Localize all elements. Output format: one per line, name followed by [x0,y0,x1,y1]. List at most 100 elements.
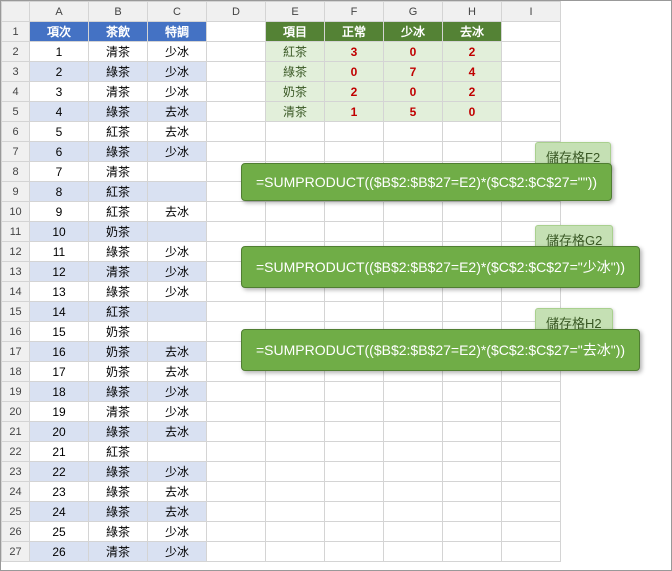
cell[interactable]: 4 [443,62,502,82]
cell[interactable]: 少冰 [148,382,207,402]
row-header[interactable]: 8 [2,162,30,182]
cell[interactable] [502,42,561,62]
row-header[interactable]: 7 [2,142,30,162]
col-b-header[interactable]: B [89,2,148,22]
cell[interactable]: 綠茶 [89,62,148,82]
cell[interactable]: 20 [30,422,89,442]
cell[interactable]: 少冰 [148,262,207,282]
cell[interactable]: 少冰 [148,542,207,562]
cell[interactable]: 奶茶 [89,342,148,362]
cell[interactable] [443,222,502,242]
cell[interactable] [502,62,561,82]
cell[interactable] [325,502,384,522]
col-d-header[interactable]: D [207,2,266,22]
cell[interactable]: 11 [30,242,89,262]
cell[interactable]: 15 [30,322,89,342]
cell[interactable]: 紅茶 [89,442,148,462]
cell[interactable] [443,522,502,542]
cell[interactable]: 2 [325,82,384,102]
row-header[interactable]: 22 [2,442,30,462]
row-header[interactable]: 25 [2,502,30,522]
row-header[interactable]: 24 [2,482,30,502]
cell[interactable]: 綠茶 [89,382,148,402]
cell[interactable] [325,462,384,482]
row-header[interactable]: 2 [2,42,30,62]
cell[interactable] [384,442,443,462]
cell[interactable] [502,442,561,462]
row-header[interactable]: 4 [2,82,30,102]
cell[interactable]: 綠茶 [89,142,148,162]
cell[interactable]: 3 [30,82,89,102]
cell[interactable] [325,222,384,242]
cell[interactable] [443,442,502,462]
cell[interactable] [325,442,384,462]
cell[interactable]: 綠茶 [89,422,148,442]
row-header[interactable]: 23 [2,462,30,482]
row-header[interactable]: 14 [2,282,30,302]
cell[interactable] [266,122,325,142]
cell[interactable] [207,302,266,322]
cell[interactable]: 清茶 [89,162,148,182]
cell[interactable] [207,382,266,402]
cell[interactable] [443,142,502,162]
cell[interactable]: 少冰 [148,42,207,62]
cell[interactable]: 少冰 [148,522,207,542]
cell[interactable]: 18 [30,382,89,402]
row-header[interactable]: 10 [2,202,30,222]
cell[interactable]: 少冰 [148,242,207,262]
cell[interactable] [148,162,207,182]
cell[interactable]: 少冰 [148,462,207,482]
cell[interactable] [325,542,384,562]
cell[interactable]: 13 [30,282,89,302]
cell[interactable] [207,502,266,522]
cell[interactable] [384,542,443,562]
row-header[interactable]: 5 [2,102,30,122]
cell[interactable] [207,62,266,82]
cell[interactable] [207,142,266,162]
cell[interactable] [148,302,207,322]
cell[interactable] [384,142,443,162]
cell[interactable]: 少冰 [148,142,207,162]
cell[interactable]: 7 [384,62,443,82]
cell[interactable]: 0 [384,82,443,102]
cell[interactable] [502,122,561,142]
cell[interactable]: 去冰 [443,22,502,42]
cell[interactable]: 1 [325,102,384,122]
cell[interactable] [502,382,561,402]
cell[interactable] [266,502,325,522]
row-header[interactable]: 17 [2,342,30,362]
row-header[interactable]: 26 [2,522,30,542]
cell[interactable]: 去冰 [148,502,207,522]
cell[interactable] [148,322,207,342]
row-header[interactable]: 16 [2,322,30,342]
cell[interactable]: 綠茶 [89,522,148,542]
cell[interactable]: 少冰 [148,402,207,422]
cell[interactable]: 綠茶 [89,102,148,122]
cell[interactable] [266,142,325,162]
cell[interactable] [207,22,266,42]
cell[interactable]: 清茶 [89,262,148,282]
cell[interactable] [443,122,502,142]
cell[interactable]: 去冰 [148,482,207,502]
cell[interactable] [502,422,561,442]
cell[interactable] [384,502,443,522]
cell[interactable] [502,482,561,502]
cell[interactable]: 奶茶 [89,322,148,342]
cell[interactable] [443,502,502,522]
cell[interactable] [325,522,384,542]
cell[interactable]: 25 [30,522,89,542]
cell[interactable]: 5 [30,122,89,142]
row-header[interactable]: 1 [2,22,30,42]
cell[interactable] [207,482,266,502]
cell[interactable] [384,462,443,482]
cell[interactable] [502,22,561,42]
cell[interactable]: 紅茶 [89,302,148,322]
cell[interactable]: 清茶 [89,402,148,422]
cell[interactable]: 21 [30,442,89,462]
cell[interactable]: 去冰 [148,342,207,362]
cell[interactable]: 茶飲 [89,22,148,42]
cell[interactable] [384,482,443,502]
cell[interactable]: 0 [325,62,384,82]
cell[interactable]: 清茶 [89,82,148,102]
cell[interactable] [207,402,266,422]
